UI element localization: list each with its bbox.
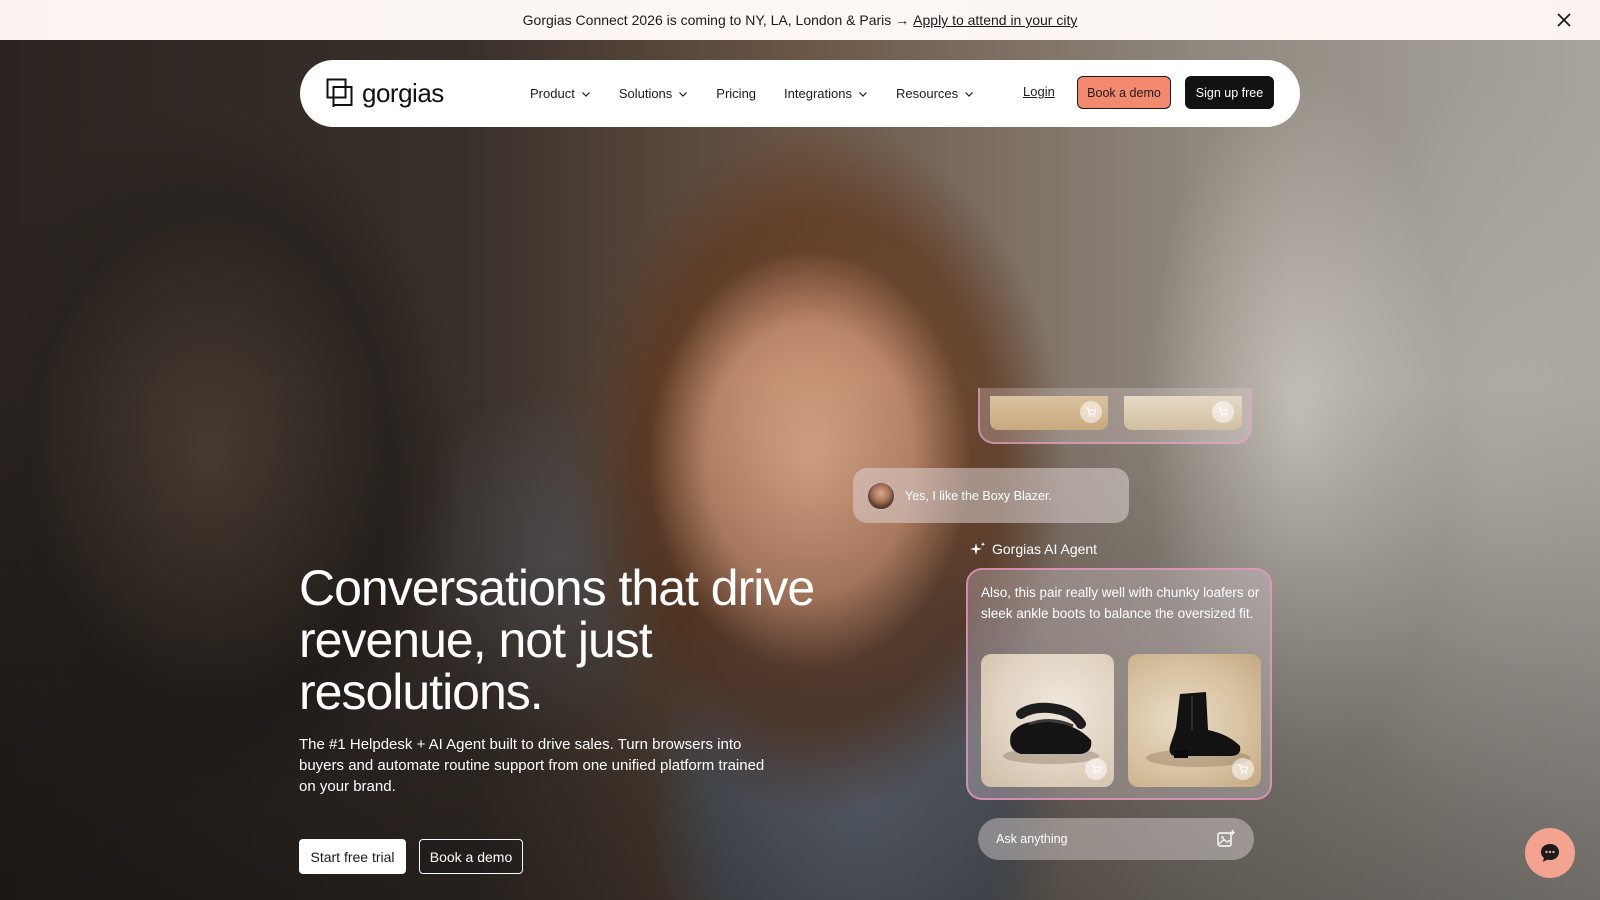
chevron-down-icon [581,91,590,97]
cart-icon [1091,764,1102,774]
announcement-text: Gorgias Connect 2026 is coming to NY, LA… [522,12,910,28]
ask-input[interactable]: Ask anything [978,818,1254,860]
start-free-trial-button[interactable]: Start free trial [299,839,406,874]
product-card-loafers[interactable] [981,654,1114,787]
nav-item-resources[interactable]: Resources [896,86,974,101]
agent-label: Gorgias AI Agent [970,541,1097,557]
chat-bubble-icon [1541,844,1559,862]
cart-icon [1238,764,1249,774]
hero-subtext: The #1 Helpdesk + AI Agent built to driv… [299,736,765,795]
nav-menu: Product Solutions Pricing Integrations R… [530,60,1002,127]
product-card-ankle-boots[interactable] [1128,654,1261,787]
avatar [867,481,895,510]
add-to-cart-icon[interactable] [1085,758,1107,780]
chat-launcher-button[interactable] [1525,828,1575,878]
close-icon[interactable] [1554,10,1574,30]
sign-up-button[interactable]: Sign up free [1185,76,1274,109]
login-link[interactable]: Login [1023,84,1055,99]
nav-item-label: Product [530,86,575,101]
nav-item-integrations[interactable]: Integrations [784,86,868,101]
ask-input-placeholder: Ask anything [996,832,1068,846]
hero-book-demo-button[interactable]: Book a demo [419,839,523,874]
nav-item-label: Solutions [618,86,673,101]
agent-message-text: Also, this pair really well with chunky … [981,585,1260,621]
agent-message-card: Also, this pair really well with chunky … [966,568,1272,800]
nav-item-label: Pricing [716,86,757,101]
agent-name: Gorgias AI Agent [992,541,1098,557]
logo-mark-icon [326,78,353,107]
announcement-link[interactable]: Apply to attend in your city [913,12,1077,28]
logo[interactable]: gorgias [326,76,444,110]
cart-icon [1086,407,1097,417]
add-to-cart-icon[interactable] [1232,758,1254,780]
nav-item-product[interactable]: Product [530,86,591,101]
user-message-text: Yes, I like the Boxy Blazer. [905,488,1052,503]
image-upload-icon[interactable] [1216,829,1236,849]
nav-item-pricing[interactable]: Pricing [716,86,756,101]
nav-item-label: Integrations [784,86,852,101]
chevron-down-icon [965,91,974,97]
hero-headline: Conversations that drive revenue, not ju… [299,560,815,720]
sparkle-icon [970,542,986,555]
main-nav: gorgias Product Solutions Pricing Integr… [300,60,1300,127]
announcement-bar: Gorgias Connect 2026 is coming to NY, LA… [0,0,1600,40]
add-to-cart-icon[interactable] [1212,401,1234,423]
user-message-bubble: Yes, I like the Boxy Blazer. [853,468,1129,523]
hero-background [0,40,1600,900]
chevron-down-icon [859,91,867,97]
chevron-down-icon [679,91,688,97]
nav-item-label: Resources [895,86,959,101]
nav-item-solutions[interactable]: Solutions [619,86,688,101]
book-demo-button[interactable]: Book a demo [1077,76,1171,109]
cart-icon [1218,407,1229,417]
logo-wordmark: gorgias [362,77,444,108]
add-to-cart-icon[interactable] [1080,401,1102,423]
